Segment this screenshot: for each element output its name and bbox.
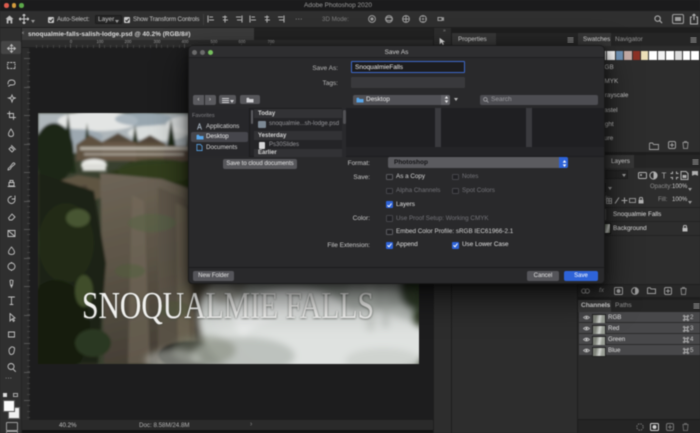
svg-text:SNOQUALMIE FALLS: SNOQUALMIE FALLS xyxy=(82,285,374,327)
svg-text:T: T xyxy=(662,172,667,181)
